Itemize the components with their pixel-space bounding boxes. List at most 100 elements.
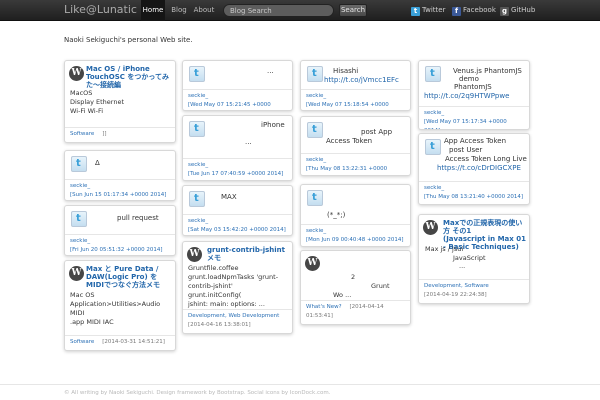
blog-post-card[interactable]: W 2 Grunt Wo ... What's New? [2014-04-14 … — [300, 250, 411, 325]
post-excerpt: Max js / jsui JavaScript ... — [425, 245, 486, 270]
post-date: [2014-04-16 13:38:01] — [188, 322, 251, 328]
social-facebook-link[interactable]: f Facebook — [452, 5, 496, 16]
tweet-card[interactable]: App Access Token post User Access Token … — [418, 133, 530, 205]
tweet-card[interactable]: MAX seckie_ [Sat May 03 15:42:20 +0000 2… — [182, 185, 293, 236]
tweet-meta: seckie_ [Sun Jun 15 01:17:34 +0000 2014] — [65, 179, 175, 200]
wordpress-icon: W — [423, 220, 438, 235]
wordpress-icon: W — [69, 66, 84, 81]
post-meta: What's New? [2014-04-14 01:53:41] — [301, 300, 410, 324]
post-category-link[interactable]: Development, Web Development — [188, 312, 287, 321]
tweet-date-link[interactable]: [Sat May 03 15:42:20 +0000 2014] — [188, 226, 287, 235]
blog-post-card[interactable]: W Maxでの正規表現の使い方 その1 (Javascript in Max 01… — [418, 214, 530, 304]
post-category-link[interactable]: What's New? — [306, 304, 342, 310]
post-excerpt: Mac OS Application>Utilities>Audio MIDI .a… — [70, 291, 161, 326]
tweet-meta: seckie_ [Mon Jun 09 00:40:48 +0000 2014] — [301, 224, 410, 246]
twitter-icon — [71, 211, 87, 227]
twitter-icon — [71, 156, 87, 172]
twitter-icon: t — [411, 7, 420, 16]
search-input[interactable]: Blog Search — [223, 4, 334, 17]
search-button[interactable]: Search — [339, 4, 367, 17]
tweet-text: post App — [361, 128, 393, 136]
post-title[interactable]: grunt-contrib-jshint メモ — [207, 246, 285, 262]
post-meta: Software]] — [65, 127, 175, 142]
tweet-user-link[interactable]: seckie_ — [188, 92, 287, 101]
tweet-card[interactable]: Venus.js PhantomJS demo PhantomJS http:/… — [418, 60, 530, 130]
tweet-date-link[interactable]: [Thu May 08 13:21:40 +0000 2014] — [424, 193, 524, 202]
tweet-text: App Access Token — [444, 137, 507, 145]
tweet-card[interactable]: (*_*;) seckie_ [Mon Jun 09 00:40:48 +000… — [300, 184, 411, 247]
tweet-card[interactable]: post App Access Token seckie_ [Thu May 0… — [300, 116, 411, 176]
tweet-date-link[interactable]: [Wed May 07 15:17:34 +0000 2014] — [424, 118, 524, 129]
tweet-meta: seckie_ [Thu May 08 13:22:31 +0000 2014] — [301, 153, 410, 175]
post-title[interactable]: Mac OS / iPhone TouchOSC をつかってみた〜接続編 — [86, 65, 175, 89]
post-excerpt: Gruntfile.coffee grunt.loadNpmTasks 'grun… — [188, 264, 279, 308]
tweet-date-link[interactable]: [Fri Jun 20 05:51:32 +0000 2014] — [70, 246, 170, 255]
tweet-text: MAX — [221, 193, 237, 201]
tweet-card[interactable]: Hisashi http://t.co/jVmcc1EFc seckie_ [W… — [300, 60, 411, 111]
tweet-card[interactable]: ... seckie_ [Wed May 07 15:21:45 +0000 2… — [182, 60, 293, 111]
tweet-link[interactable]: http://t.co/jVmcc1EFc — [324, 76, 399, 85]
twitter-icon — [307, 122, 323, 138]
twitter-icon — [307, 66, 323, 82]
post-category-link[interactable]: Software — [70, 131, 94, 137]
twitter-icon — [425, 66, 441, 82]
wordpress-icon: W — [69, 266, 84, 281]
tweet-text-more: Access Token — [326, 137, 373, 145]
tweet-user-link[interactable]: seckie_ — [424, 109, 524, 118]
twitter-icon — [189, 191, 205, 207]
tweet-user-link[interactable]: seckie_ — [306, 92, 405, 101]
post-title[interactable]: Max と Pure Data / DAW(Logic Pro) を MIDIでつな… — [86, 265, 160, 289]
facebook-icon: f — [452, 7, 461, 16]
tweet-user-link[interactable]: seckie_ — [70, 182, 170, 191]
nav-blog[interactable]: Blog — [167, 0, 191, 21]
tweet-text-more: Access Token Long Live — [445, 155, 527, 163]
tweet-user-link[interactable]: seckie_ — [424, 184, 524, 193]
tweet-date-link[interactable]: [Wed May 07 15:18:54 +0000 2014] — [306, 101, 405, 110]
post-category-link[interactable]: Software — [70, 339, 94, 345]
post-meta: Software [2014-03-31 14:51:21] — [65, 335, 175, 350]
tweet-text-more: post User — [449, 146, 483, 154]
tweet-date-link[interactable]: [Wed May 07 15:21:45 +0000 2014] — [188, 101, 287, 110]
tweet-text: iPhone — [261, 121, 285, 129]
blog-post-card[interactable]: W grunt-contrib-jshint メモ Gruntfile.coffe… — [182, 241, 293, 334]
github-icon: g — [500, 7, 509, 16]
tweet-date-link[interactable]: [Sun Jun 15 01:17:34 +0000 2014] — [70, 191, 170, 200]
tweet-meta: seckie_ [Fri Jun 20 05:51:32 +0000 2014] — [65, 234, 175, 255]
wordpress-icon: W — [305, 256, 320, 271]
nav-home[interactable]: Home — [141, 0, 165, 21]
tweet-link[interactable]: http://t.co/2q9HTWPpwe — [424, 92, 509, 101]
social-github-link[interactable]: g GitHub — [500, 5, 535, 16]
blog-post-card[interactable]: W Max と Pure Data / DAW(Logic Pro) を MIDIで… — [64, 260, 176, 351]
tweet-date-link[interactable]: [Tue Jun 17 07:40:59 +0000 2014] — [188, 170, 287, 179]
tweet-user-link[interactable]: seckie_ — [306, 227, 405, 236]
tweet-link[interactable]: https://t.co/cDrDIGCXPE — [437, 164, 521, 173]
nav-about[interactable]: About — [192, 0, 216, 21]
footer-divider — [0, 384, 600, 385]
site-brand[interactable]: Like@Lunatic — [64, 3, 137, 16]
post-date: ]] — [102, 131, 107, 137]
twitter-icon — [189, 66, 205, 82]
blog-post-card[interactable]: W Mac OS / iPhone TouchOSC をつかってみた〜接続編 Ma… — [64, 60, 176, 143]
tweet-card[interactable]: pull request seckie_ [Fri Jun 20 05:51:3… — [64, 205, 176, 256]
tweet-card[interactable]: Δ seckie_ [Sun Jun 15 01:17:34 +0000 201… — [64, 150, 176, 201]
tweet-date-link[interactable]: [Mon Jun 09 00:40:48 +0000 2014] — [306, 236, 405, 245]
site-footer: © All writing by Naoki Sekiguchi. Design… — [64, 390, 331, 396]
post-date: [2014-03-31 14:51:21] — [102, 339, 165, 345]
post-category-link[interactable]: Development, Software — [424, 282, 524, 291]
top-navbar: Like@Lunatic Home Blog About Blog Search… — [0, 0, 600, 21]
tweet-card[interactable]: iPhone ... seckie_ [Tue Jun 17 07:40:59 … — [182, 115, 293, 181]
post-date: [2014-04-19 22:24:38] — [424, 292, 487, 298]
tweet-user-link[interactable]: seckie_ — [188, 217, 287, 226]
tweet-text: Hisashi — [333, 67, 359, 75]
tweet-user-link[interactable]: seckie_ — [188, 161, 287, 170]
tweet-meta: seckie_ [Sat May 03 15:42:20 +0000 2014] — [183, 214, 292, 235]
tweet-user-link[interactable]: seckie_ — [70, 237, 170, 246]
tweet-date-link[interactable]: [Thu May 08 13:22:31 +0000 2014] — [306, 165, 405, 175]
tweet-user-link[interactable]: seckie_ — [306, 156, 405, 165]
post-meta: Development, Software [2014-04-19 22:24:… — [419, 279, 529, 303]
social-twitter-link[interactable]: t Twitter — [411, 5, 445, 16]
tweet-text: Δ — [95, 159, 100, 167]
tweet-meta: seckie_ [Thu May 08 13:21:40 +0000 2014] — [419, 181, 529, 204]
site-tagline: Naoki Sekiguchi's personal Web site. — [64, 36, 193, 44]
tweet-meta: seckie_ [Wed May 07 15:18:54 +0000 2014] — [301, 89, 410, 110]
